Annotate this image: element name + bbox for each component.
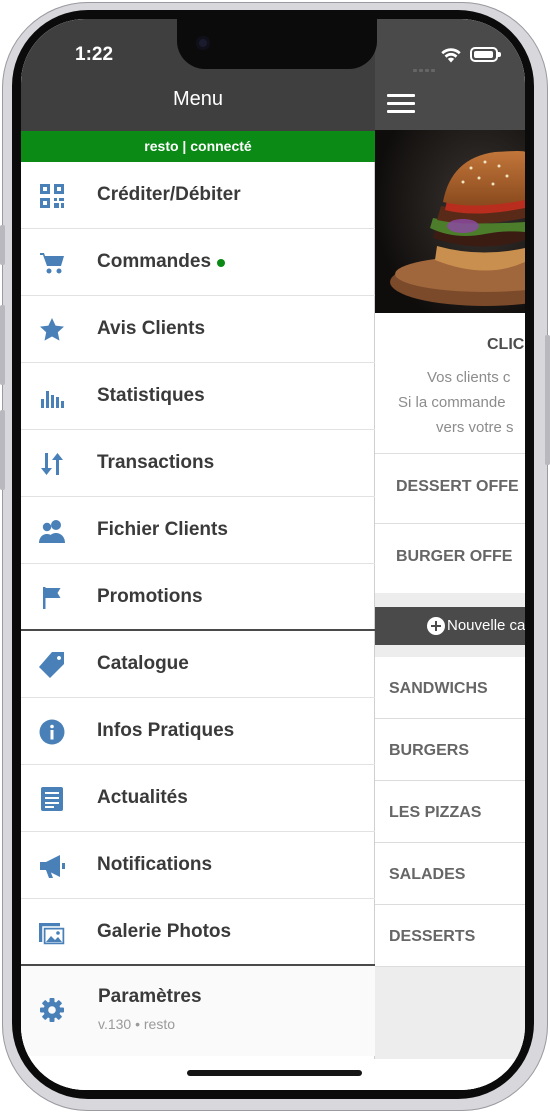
new-category-label: Nouvelle ca (447, 617, 525, 634)
news-icon (38, 785, 66, 813)
notch (177, 19, 377, 69)
category-item[interactable]: DESSERTS (375, 905, 525, 967)
menu-item-avis-clients[interactable]: Avis Clients (21, 296, 375, 363)
menu-item-label: Avis Clients (97, 318, 206, 339)
offer-dessert-row[interactable]: DESSERT OFFE (375, 453, 525, 523)
menu-item-actualites[interactable]: Actualités (21, 765, 375, 832)
menu-item-transactions[interactable]: Transactions (21, 430, 375, 497)
category-item[interactable]: SALADES (375, 843, 525, 905)
menu-item-label: Infos Pratiques (97, 720, 235, 741)
offer-burger-row[interactable]: BURGER OFFE (375, 523, 525, 593)
volume-down-button (0, 410, 5, 490)
gear-icon (38, 996, 66, 1024)
category-item[interactable]: SANDWICHS (375, 657, 525, 719)
status-time: 1:22 (75, 44, 114, 65)
menu-item-fichier-clients[interactable]: Fichier Clients (21, 497, 375, 564)
promo-info-block: CLIC Vos clients c Si la commande vers v… (375, 313, 525, 453)
menu-item-catalogue[interactable]: Catalogue (21, 631, 375, 698)
menu-item-label: Commandes (97, 251, 212, 272)
category-label: LES PIZZAS (389, 804, 482, 821)
megaphone-icon (38, 852, 66, 880)
menu-item-label: Créditer/Débiter (97, 184, 241, 205)
settings-label: Paramètres (98, 986, 202, 1007)
flag-icon (38, 584, 66, 612)
power-button (545, 335, 550, 465)
new-orders-indicator-dot (217, 259, 225, 267)
status-bar: 1:22 (21, 19, 525, 99)
menu-item-label: Galerie Photos (97, 921, 232, 942)
promo-line-2: Si la commande (398, 394, 506, 411)
promo-title: CLIC (487, 336, 525, 353)
transfer-arrows-icon (38, 450, 66, 478)
info-icon (38, 718, 66, 746)
silent-switch (0, 225, 5, 265)
volume-up-button (0, 305, 5, 385)
offer-label: BURGER OFFE (396, 548, 513, 565)
hamburger-line (387, 102, 415, 105)
menu-item-parametres[interactable]: Paramètres v.130 • resto (21, 966, 375, 1056)
menu-item-label: Notifications (97, 854, 213, 875)
menu-item-label: Statistiques (97, 385, 205, 406)
menu-item-commandes[interactable]: Commandes (21, 229, 375, 296)
menu-item-label: Catalogue (97, 653, 189, 674)
menu-item-label: Actualités (97, 787, 188, 808)
burger-photo (375, 130, 525, 313)
menu-item-galerie-photos[interactable]: Galerie Photos (21, 899, 375, 966)
menu-item-infos-pratiques[interactable]: Infos Pratiques (21, 698, 375, 765)
menu-item-statistiques[interactable]: Statistiques (21, 363, 375, 430)
promo-line-3: vers votre s (436, 419, 514, 436)
menu-item-label: Promotions (97, 586, 203, 607)
battery-icon (470, 47, 501, 62)
menu-item-label: Transactions (97, 452, 215, 473)
star-icon (38, 316, 66, 344)
connection-status-banner: resto | connecté (21, 131, 375, 162)
category-label: DESSERTS (389, 928, 476, 945)
photo-gallery-icon (38, 919, 66, 947)
home-indicator[interactable] (187, 1070, 362, 1076)
users-icon (38, 517, 66, 545)
side-menu: Menu resto | connecté Créditer/Débiter C… (21, 19, 375, 1090)
tag-icon (38, 651, 66, 679)
menu-list: Créditer/Débiter Commandes Avis Clients … (21, 162, 375, 1056)
menu-item-notifications[interactable]: Notifications (21, 832, 375, 899)
cellular-signal-icon (413, 59, 437, 77)
menu-item-promotions[interactable]: Promotions (21, 564, 375, 631)
category-label: SANDWICHS (389, 680, 488, 697)
category-list: SANDWICHS BURGERS LES PIZZAS SALADES DES… (375, 657, 525, 967)
category-label: SALADES (389, 866, 466, 883)
promo-line-1: Vos clients c (427, 369, 511, 386)
plus-circle-icon (427, 617, 445, 635)
menu-item-label: Fichier Clients (97, 519, 228, 540)
category-item[interactable]: LES PIZZAS (375, 781, 525, 843)
main-content-panel: CLIC Vos clients c Si la commande vers v… (375, 19, 525, 1090)
wifi-icon (440, 46, 462, 68)
front-camera (196, 36, 210, 50)
category-item[interactable]: BURGERS (375, 719, 525, 781)
cart-icon (38, 249, 66, 277)
hamburger-line (387, 110, 415, 113)
category-label: BURGERS (389, 742, 470, 759)
screen: CLIC Vos clients c Si la commande vers v… (21, 19, 525, 1090)
app-version: v.130 • resto (98, 1016, 176, 1032)
bar-chart-icon (38, 383, 66, 411)
qr-code-icon (38, 182, 66, 210)
offer-label: DESSERT OFFE (396, 478, 519, 495)
new-category-button[interactable]: Nouvelle ca (375, 607, 525, 645)
menu-item-crediter-debiter[interactable]: Créditer/Débiter (21, 162, 375, 229)
